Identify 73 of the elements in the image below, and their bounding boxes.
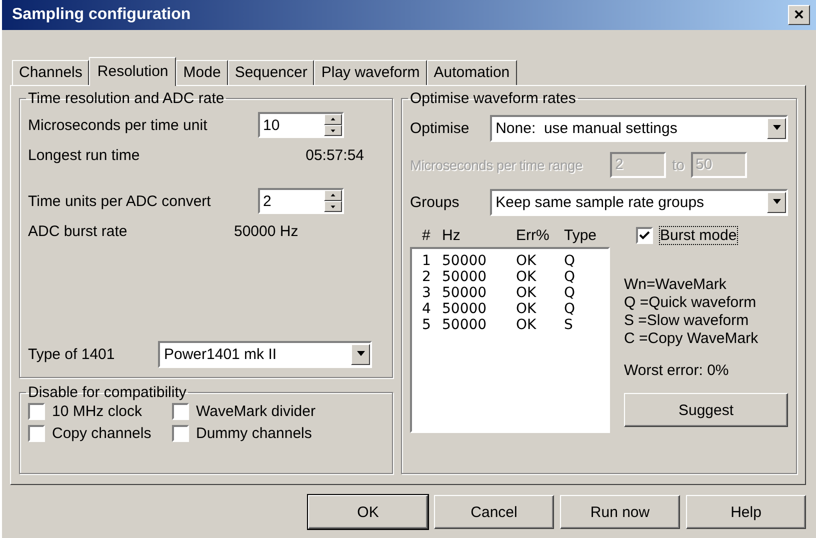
list-cell: S <box>564 317 573 333</box>
dialog-button[interactable]: Help <box>686 495 806 529</box>
column-header: Type <box>564 227 597 246</box>
dialog-button[interactable]: Cancel <box>434 495 554 529</box>
window-title: Sampling configuration <box>12 6 191 24</box>
dropdown[interactable]: None: use manual settings <box>490 114 788 142</box>
list-cell-text: 50000 <box>442 301 488 317</box>
info-value: 05:57:54 <box>306 146 364 164</box>
legend-text: Wn=WaveMark <box>624 276 728 294</box>
list-cell-text: OK <box>516 269 538 285</box>
check-icon <box>639 230 650 241</box>
dialog-button[interactable]: Run now <box>560 495 680 529</box>
tab[interactable]: Mode <box>176 60 228 85</box>
dropdown[interactable]: Power1401 mk II <box>158 340 372 368</box>
list-cell-text: 50000 <box>442 269 488 285</box>
list-cell-text: 50000 <box>442 317 488 333</box>
list-cell-text: OK <box>516 301 538 317</box>
spin-buttons-icon[interactable] <box>324 114 342 136</box>
list-cell-text: 50000 <box>442 253 488 269</box>
group-title: Optimise waveform rates <box>409 90 577 107</box>
legend-text: C =Copy WaveMark <box>624 330 760 348</box>
field-label: Time units per ADC convert <box>28 192 212 210</box>
legend-text: Q =Quick waveform <box>624 294 758 312</box>
list-cell-text: OK <box>516 317 538 333</box>
checkbox[interactable] <box>172 425 189 442</box>
tab[interactable]: Channels <box>12 60 90 85</box>
list-cell: Q <box>564 269 576 285</box>
group-title: Time resolution and ADC rate <box>27 90 226 107</box>
legend-text: S =Slow waveform <box>624 312 750 330</box>
checkbox[interactable] <box>172 403 189 420</box>
list-cell-text: 5 <box>422 317 432 333</box>
checkbox[interactable] <box>28 425 45 442</box>
column-header: Hz <box>442 227 462 246</box>
info-value: 50000 Hz <box>234 222 298 240</box>
checkbox[interactable] <box>636 227 653 244</box>
info-label: ADC burst rate <box>28 222 128 240</box>
field-label: Type of 1401 <box>28 346 116 362</box>
close-button[interactable]: × <box>788 5 810 25</box>
list-cell-text: 3 <box>422 285 432 301</box>
tab[interactable]: Sequencer <box>228 60 314 85</box>
list-cell: Q <box>564 285 576 301</box>
spin-field[interactable]: 10 <box>258 112 344 138</box>
field-label: Groups <box>410 194 460 210</box>
list-cell: Q <box>564 301 576 317</box>
dropdown[interactable]: Keep same sample rate groups <box>490 188 788 216</box>
list-cell-text: 1 <box>422 253 432 269</box>
list-cell-text: 4 <box>422 301 432 317</box>
checkbox-label[interactable]: Copy channels <box>52 425 152 442</box>
checkbox[interactable] <box>28 403 45 420</box>
group-title: Disable for compatibility <box>27 384 188 401</box>
list-cell-text: 50000 <box>442 285 488 301</box>
tab[interactable]: Play waveform <box>314 60 427 85</box>
checkbox-label[interactable]: 10 MHz clock <box>52 403 142 420</box>
list-cell-text: 2 <box>422 269 432 285</box>
tab[interactable]: Resolution <box>89 57 176 86</box>
list-cell: Q <box>564 253 576 269</box>
spin-field[interactable]: 2 <box>258 188 344 214</box>
column-header: Err% <box>516 227 550 246</box>
rates-list[interactable]: 1 50000 OK Q 2 50000 OK Q 3 50000 OK Q 4 50000 OK Q 5 50000 OK S <box>410 247 610 433</box>
checkbox-label[interactable]: Dummy channels <box>196 425 312 442</box>
list-cell-text: OK <box>516 253 538 269</box>
list-cell-text: OK <box>516 285 538 301</box>
suggest-button[interactable]: Suggest <box>624 393 788 427</box>
worst-error-text: Worst error: 0% <box>624 362 730 379</box>
dialog-button[interactable]: OK <box>308 495 428 529</box>
spin-buttons-icon[interactable] <box>324 190 342 212</box>
checkbox-label[interactable]: WaveMark divider <box>196 403 316 420</box>
checkbox-label[interactable]: Burst mode <box>660 227 737 244</box>
tab[interactable]: Automation <box>426 60 517 85</box>
field-label: Microseconds per time unit <box>28 116 208 134</box>
column-header: # <box>422 227 432 246</box>
info-label: Longest run time <box>28 146 140 164</box>
field-label: Optimise <box>410 120 470 136</box>
